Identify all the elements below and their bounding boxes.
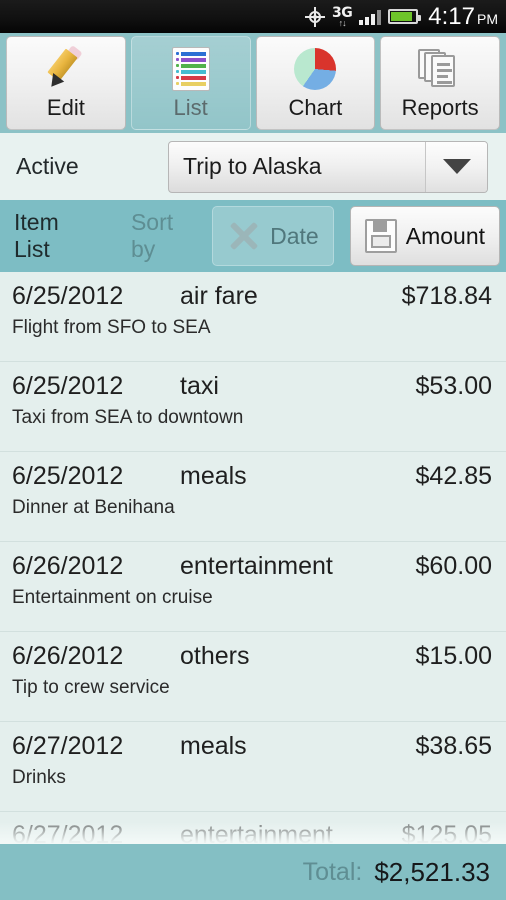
item-amount: $718.84 — [401, 282, 492, 310]
item-date: 6/27/2012 — [12, 732, 124, 760]
pencil-icon — [43, 44, 89, 92]
list-item[interactable]: 6/26/2012 entertainment $60.00 Entertain… — [0, 542, 506, 632]
expense-list[interactable]: 6/25/2012 air fare $718.84 Flight from S… — [0, 272, 506, 848]
item-date: 6/26/2012 — [12, 642, 124, 670]
list-item[interactable]: 6/26/2012 others $15.00 Tip to crew serv… — [0, 632, 506, 722]
sort-by-amount-label: Amount — [405, 222, 485, 249]
documents-icon — [418, 46, 462, 92]
total-value: $2,521.33 — [374, 856, 490, 887]
item-amount: $15.00 — [415, 642, 492, 670]
item-description: Dinner at Benihana — [12, 497, 175, 518]
list-item[interactable]: 6/25/2012 air fare $718.84 Flight from S… — [0, 272, 506, 362]
active-trip-row: Active Trip to Alaska — [0, 133, 506, 200]
list-item-partial[interactable]: 6/27/2012 entertainment $125.05 — [0, 812, 506, 848]
chevron-down-icon[interactable] — [425, 141, 487, 192]
item-amount: $53.00 — [415, 372, 492, 400]
item-category: entertainment — [180, 552, 333, 580]
item-description: Flight from SFO to SEA — [12, 317, 211, 338]
floppy-save-icon — [364, 219, 397, 253]
item-amount: $60.00 — [415, 552, 492, 580]
sort-by-date-button[interactable]: Date — [212, 206, 334, 266]
item-category: taxi — [180, 372, 219, 400]
sort-by-label: Sort by — [130, 209, 174, 262]
tab-list[interactable]: List — [130, 36, 251, 130]
tab-edit-label: Edit — [46, 94, 85, 120]
data-transfer-arrows-icon: ↑↓ — [338, 17, 347, 28]
tab-list-label: List — [173, 94, 208, 120]
item-category: meals — [180, 462, 247, 490]
tab-reports-label: Reports — [401, 94, 479, 120]
app-screen: 3G ↑↓ 4:17 PM Edit List Chart Reports Ac… — [0, 0, 506, 900]
total-label: Total: — [302, 857, 363, 886]
main-toolbar: Edit List Chart Reports — [0, 33, 506, 133]
status-bar-clock: 4:17 PM — [428, 3, 498, 31]
tab-chart-label: Chart — [288, 94, 343, 120]
status-bar: 3G ↑↓ 4:17 PM — [0, 0, 506, 33]
list-icon — [171, 46, 210, 92]
list-item[interactable]: 6/25/2012 meals $42.85 Dinner at Benihan… — [0, 452, 506, 542]
item-list-title: Item List — [14, 209, 59, 262]
pie-chart-icon — [294, 46, 337, 92]
tab-chart[interactable]: Chart — [255, 36, 376, 130]
trip-selector-spinner[interactable]: Trip to Alaska — [168, 140, 488, 193]
clock-time: 4:17 — [428, 2, 475, 30]
item-date: 6/25/2012 — [12, 372, 124, 400]
tab-edit[interactable]: Edit — [6, 36, 126, 130]
tab-reports[interactable]: Reports — [380, 36, 500, 130]
item-description: Drinks — [12, 767, 66, 788]
item-description: Entertainment on cruise — [12, 587, 213, 608]
battery-icon — [388, 9, 422, 24]
item-category: air fare — [180, 282, 258, 310]
gps-crosshair-icon — [305, 6, 326, 27]
item-date: 6/25/2012 — [12, 462, 124, 490]
list-item[interactable]: 6/27/2012 meals $38.65 Drinks — [0, 722, 506, 812]
x-cross-icon — [227, 219, 261, 253]
active-label: Active — [16, 153, 79, 179]
sort-by-date-label: Date — [270, 222, 319, 249]
signal-bars-icon — [359, 9, 382, 25]
trip-selector-value: Trip to Alaska — [183, 153, 322, 179]
sort-bar: Item List Sort by Date Amount — [0, 200, 506, 272]
item-amount: $38.65 — [415, 732, 492, 760]
item-date: 6/26/2012 — [12, 552, 124, 580]
total-bar: Total: $2,521.33 — [0, 844, 506, 900]
item-category: meals — [180, 732, 247, 760]
item-description: Taxi from SEA to downtown — [12, 407, 244, 428]
item-description: Tip to crew service — [12, 677, 170, 698]
sort-by-amount-button[interactable]: Amount — [349, 206, 500, 266]
item-date: 6/25/2012 — [12, 282, 124, 310]
clock-ampm: PM — [477, 10, 498, 27]
list-item[interactable]: 6/25/2012 taxi $53.00 Taxi from SEA to d… — [0, 362, 506, 452]
network-indicator: 3G ↑↓ — [332, 6, 353, 28]
item-amount: $42.85 — [415, 462, 492, 490]
item-category: others — [180, 642, 250, 670]
